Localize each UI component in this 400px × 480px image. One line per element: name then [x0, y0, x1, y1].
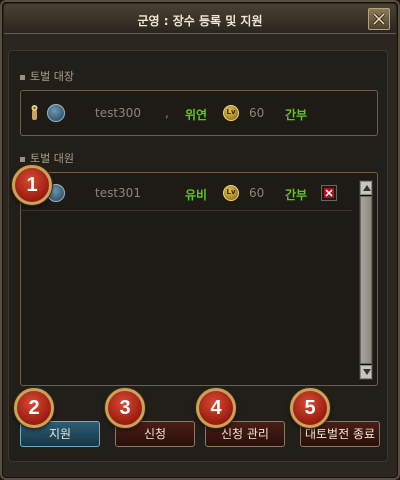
callout-badge-1: 1 [12, 165, 52, 205]
close-icon [372, 12, 386, 26]
title-bar[interactable]: 군영 : 장수 등록 및 지원 [4, 4, 396, 34]
leader-section-label: 토벌 대장 [20, 68, 74, 84]
close-icon [324, 188, 334, 198]
leader-box: test300 , 위연 Lv 60 간부 [20, 90, 378, 136]
member-row[interactable]: test301 유비 Lv 60 간부 [21, 181, 357, 205]
member-name: test301 [95, 186, 141, 200]
callout-badge-4: 4 [196, 388, 236, 428]
scroll-down-button[interactable] [360, 365, 372, 379]
leader-rank: 간부 [285, 108, 308, 122]
member-rank: 간부 [285, 188, 308, 202]
unit-emblem-icon [47, 104, 65, 122]
scroll-up-button[interactable] [360, 181, 372, 195]
members-scrollbar[interactable] [359, 180, 373, 380]
level-icon: Lv [223, 105, 239, 121]
arrow-down-icon [363, 369, 371, 375]
leader-level: 60 [249, 106, 265, 120]
members-list: test301 유비 Lv 60 간부 [20, 172, 378, 386]
callout-badge-3: 3 [105, 388, 145, 428]
members-section-label: 토벌 대원 [20, 150, 74, 166]
member-level: 60 [249, 186, 265, 200]
callout-badge-2: 2 [14, 388, 54, 428]
window-title: 군영 : 장수 등록 및 지원 [137, 14, 263, 28]
leader-name: test300 [95, 106, 141, 120]
arrow-up-icon [363, 185, 371, 191]
remove-member-button[interactable] [321, 185, 337, 201]
leader-crown-icon [31, 105, 38, 120]
member-country: 유비 [185, 188, 208, 202]
level-icon: Lv [223, 185, 239, 201]
scroll-thumb[interactable] [360, 196, 372, 364]
row-divider [22, 210, 352, 211]
leader-row[interactable]: test300 , 위연 Lv 60 간부 [21, 101, 377, 125]
leader-separator: , [165, 106, 169, 120]
callout-badge-5: 5 [290, 388, 330, 428]
leader-country: 위연 [185, 108, 208, 122]
close-button[interactable] [368, 8, 390, 30]
